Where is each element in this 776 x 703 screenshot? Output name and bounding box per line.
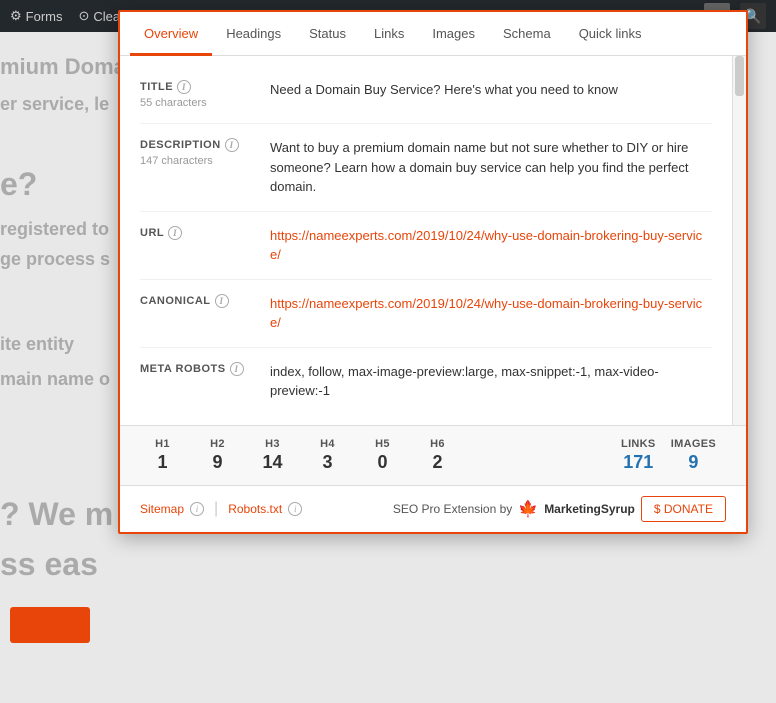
stat-h3: H3 14	[250, 438, 295, 473]
canonical-label-col: CANONICAL i	[140, 294, 270, 308]
bg-text-3: e?	[0, 162, 37, 207]
scrollbar-thumb[interactable]	[735, 56, 744, 96]
robots-link[interactable]: Robots.txt	[228, 502, 282, 516]
canonical-info-icon[interactable]: i	[215, 294, 229, 308]
title-subtext: 55 characters	[140, 97, 270, 109]
stat-h6: H6 2	[415, 438, 460, 473]
title-info-icon[interactable]: i	[177, 80, 191, 94]
title-label-col: TITLE i 55 characters	[140, 80, 270, 109]
bg-text-4: registered to	[0, 217, 109, 242]
donate-button[interactable]: $ DONATE	[641, 496, 726, 522]
scrollbar-track[interactable]	[732, 56, 746, 425]
tab-overview[interactable]: Overview	[130, 12, 212, 56]
canonical-value: https://nameexperts.com/2019/10/24/why-u…	[270, 294, 712, 333]
description-info-icon[interactable]: i	[225, 138, 239, 152]
title-value: Need a Domain Buy Service? Here's what y…	[270, 80, 712, 100]
stats-bar: H1 1 H2 9 H3 14 H4 3 H5 0 H6 2 LINKS 171	[120, 425, 746, 485]
meta-robots-field: META ROBOTS i index, follow, max-image-p…	[140, 348, 712, 415]
meta-robots-info-icon[interactable]: i	[230, 362, 244, 376]
description-label-col: DESCRIPTION i 147 characters	[140, 138, 270, 167]
meta-robots-label: META ROBOTS i	[140, 362, 270, 376]
title-field: TITLE i 55 characters Need a Domain Buy …	[140, 66, 712, 124]
stat-links: LINKS 171	[616, 438, 661, 473]
url-value: https://nameexperts.com/2019/10/24/why-u…	[270, 226, 712, 265]
stat-h4: H4 3	[305, 438, 350, 473]
bg-text-9: ss eas	[0, 542, 98, 587]
stat-h1: H1 1	[140, 438, 185, 473]
tab-headings[interactable]: Headings	[212, 12, 295, 56]
tab-quick-links[interactable]: Quick links	[565, 12, 656, 56]
canonical-link[interactable]: https://nameexperts.com/2019/10/24/why-u…	[270, 296, 702, 331]
bg-button	[10, 607, 90, 643]
tab-navigation: Overview Headings Status Links Images Sc…	[120, 12, 746, 56]
url-field: URL i https://nameexperts.com/2019/10/24…	[140, 212, 712, 280]
sitemap-link[interactable]: Sitemap	[140, 502, 184, 516]
description-label: DESCRIPTION i	[140, 138, 270, 152]
canonical-label: CANONICAL i	[140, 294, 270, 308]
description-value: Want to buy a premium domain name but no…	[270, 138, 712, 197]
bg-text-7: main name o	[0, 367, 110, 392]
url-label-col: URL i	[140, 226, 270, 240]
url-info-icon[interactable]: i	[168, 226, 182, 240]
robots-info-icon[interactable]: i	[288, 502, 302, 516]
panel-footer: Sitemap i | Robots.txt i SEO Pro Extensi…	[120, 485, 746, 532]
stat-h5: H5 0	[360, 438, 405, 473]
panel-content: TITLE i 55 characters Need a Domain Buy …	[120, 56, 732, 425]
stat-h2: H2 9	[195, 438, 240, 473]
panel-body: TITLE i 55 characters Need a Domain Buy …	[120, 56, 746, 425]
tab-images[interactable]: Images	[418, 12, 489, 56]
bg-text-5: ge process s	[0, 247, 110, 272]
footer-sep-1: |	[214, 500, 218, 518]
bg-text-8: ? We m	[0, 492, 113, 537]
seo-panel: Overview Headings Status Links Images Sc…	[118, 10, 748, 534]
bg-text-2: er service, le	[0, 92, 109, 117]
sitemap-info-icon[interactable]: i	[190, 502, 204, 516]
maple-icon: 🍁	[518, 499, 538, 519]
description-field: DESCRIPTION i 147 characters Want to buy…	[140, 124, 712, 212]
stat-images: IMAGES 9	[671, 438, 716, 473]
cache-icon: ⊙	[79, 8, 90, 24]
title-label: TITLE i	[140, 80, 270, 94]
bg-text-6: ite entity	[0, 332, 74, 357]
footer-brand: SEO Pro Extension by 🍁 MarketingSyrup $ …	[393, 496, 726, 522]
url-label: URL i	[140, 226, 270, 240]
meta-robots-value: index, follow, max-image-preview:large, …	[270, 362, 712, 401]
description-subtext: 147 characters	[140, 155, 270, 167]
admin-bar-forms[interactable]: ⚙ Forms	[10, 8, 63, 24]
canonical-field: CANONICAL i https://nameexperts.com/2019…	[140, 280, 712, 348]
wp-icon: ⚙	[10, 8, 22, 24]
tab-status[interactable]: Status	[295, 12, 360, 56]
tab-links[interactable]: Links	[360, 12, 418, 56]
meta-robots-label-col: META ROBOTS i	[140, 362, 270, 376]
tab-schema[interactable]: Schema	[489, 12, 565, 56]
url-link[interactable]: https://nameexperts.com/2019/10/24/why-u…	[270, 228, 702, 263]
